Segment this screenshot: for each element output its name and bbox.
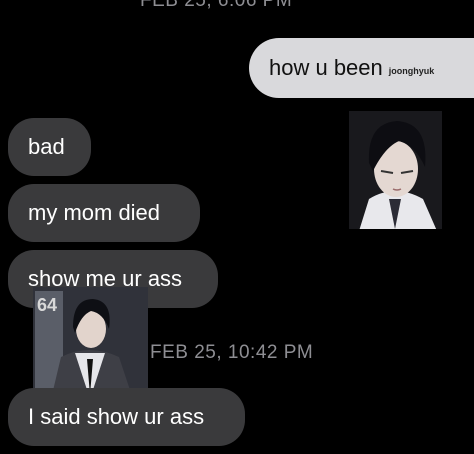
anime-character-sticker[interactable]: 64 [33,287,148,399]
message-text: my mom died [28,200,161,225]
timestamp-top: FEB 25, 6:06 PM [140,0,293,11]
message-text: I said show ur ass [28,404,205,429]
message-bubble-incoming[interactable]: bad [8,118,91,176]
timestamp-mid: FEB 25, 10:42 PM [150,342,314,363]
message-text: how u been [269,55,383,80]
anime-character-image[interactable] [349,111,442,229]
character-portrait-icon [349,111,442,229]
character-sticker-icon: 64 [33,287,148,399]
watermark-tag: joonghyuk [388,65,435,76]
message-bubble-incoming[interactable]: I said show ur ass [8,388,245,446]
sticker-number: 64 [37,295,57,315]
message-text: bad [28,134,65,159]
message-bubble-incoming[interactable]: my mom died [8,184,200,242]
message-bubble-outgoing[interactable]: how u been joonghyuk [249,38,474,98]
